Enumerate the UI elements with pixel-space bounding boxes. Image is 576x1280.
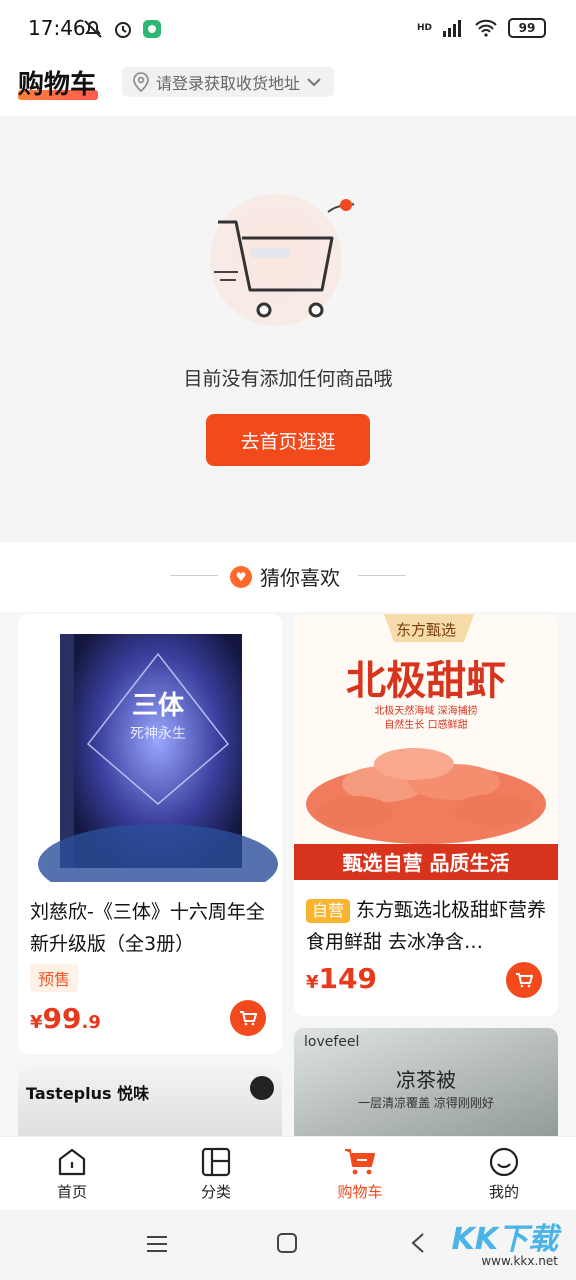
self-operated-badge: 自营 [306, 898, 351, 923]
brand-lovefeel: lovefeel [304, 1034, 360, 1050]
page-title: 购物车 [18, 70, 97, 100]
brand-logo-icon [250, 1076, 274, 1100]
banner-sub2: 自然生长 口感鲜甜 [384, 718, 467, 731]
mute-bell-icon [84, 20, 102, 38]
wifi-icon [475, 19, 497, 37]
price-symbol: ¥ [30, 1012, 43, 1033]
tab-category[interactable]: 分类 [144, 1137, 288, 1211]
price-decimal: .9 [81, 1012, 101, 1033]
chevron-down-icon [307, 78, 321, 87]
recommend-header: ♥ 猜你喜欢 [0, 542, 576, 612]
banner-sub1: 北极天然海域 深海捕捞 [374, 704, 477, 717]
recommend-title: ♥ 猜你喜欢 [230, 562, 340, 591]
page-header: 购物车 请登录获取收货地址 [0, 58, 576, 116]
status-right: HD 99 [417, 18, 546, 38]
category-icon [201, 1147, 231, 1176]
recommend-section: ♥ 猜你喜欢 三体 死神永生 刘慈欣-《三体》十六周年全新升级版（全3册） 预售… [0, 542, 576, 1136]
banner-brand: 东方甄选 [396, 621, 456, 639]
cart-icon [240, 1011, 257, 1026]
product-card-book[interactable]: 三体 死神永生 刘慈欣-《三体》十六周年全新升级版（全3册） 预售 ¥99.9 [18, 614, 282, 1054]
product-price: ¥149 [306, 962, 377, 995]
empty-cart-section: 目前没有添加任何商品哦 去首页逛逛 [0, 116, 576, 542]
book-cover-subtitle: 死神永生 [130, 726, 186, 742]
product-image-book: 三体 死神永生 [18, 614, 282, 882]
address-placeholder: 请登录获取收货地址 [156, 74, 301, 93]
network-type: HD [416, 23, 432, 33]
banner-title: 北极甜虾 [346, 657, 506, 704]
home-icon [58, 1148, 86, 1175]
signal-icon [443, 20, 461, 37]
location-pin-icon [133, 72, 149, 92]
banner-footer: 甄选自营 品质生活 [343, 851, 510, 875]
divider-left [170, 575, 218, 576]
empty-cart-illustration [210, 194, 355, 326]
lovefeel-subtitle: 一层清凉覆盖 凉得刚刚好 [358, 1096, 494, 1110]
product-price: ¥99.9 [30, 1002, 101, 1035]
menu-icon[interactable] [146, 1234, 168, 1254]
brand-tasteplus: Tasteplus 悦味 [26, 1084, 150, 1103]
tab-cart[interactable]: 购物车 [288, 1137, 432, 1211]
go-home-button[interactable]: 去首页逛逛 [206, 414, 370, 466]
product-card-tasteplus[interactable]: Tasteplus 悦味 [18, 1068, 282, 1136]
profile-icon [489, 1147, 519, 1176]
tab-label: 我的 [488, 1182, 519, 1201]
divider-right [358, 575, 406, 576]
price-symbol: ¥ [306, 972, 319, 993]
tab-label: 分类 [200, 1182, 231, 1201]
alarm-icon [115, 22, 131, 38]
status-bar: 17:46 HD 99 [0, 0, 576, 58]
product-image-shrimp: 东方甄选 北极甜虾 北极天然海域 深海捕捞 自然生长 口感鲜甜 甄选自营 品质生… [294, 614, 558, 880]
watermark-main: KK下载 [451, 1222, 559, 1257]
price-integer: 149 [318, 962, 377, 995]
presale-badge: 预售 [30, 964, 79, 992]
cart-icon [516, 973, 533, 988]
watermark: KK下载 www.kkx.net [452, 1214, 559, 1268]
home-square-icon[interactable] [276, 1232, 298, 1254]
add-to-cart-button[interactable] [230, 1000, 266, 1036]
lovefeel-title: 凉茶被 [396, 1068, 456, 1092]
tab-home[interactable]: 首页 [0, 1137, 144, 1211]
back-icon[interactable] [410, 1232, 426, 1254]
add-to-cart-button[interactable] [506, 962, 542, 998]
bottom-tab-bar: 首页 分类 购物车 我的 [0, 1136, 576, 1211]
product-title: 自营 东方甄选北极甜虾营养食用鲜甜 去冰净含… [306, 894, 550, 958]
product-card-shrimp[interactable]: 东方甄选 北极甜虾 北极天然海域 深海捕捞 自然生长 口感鲜甜 甄选自营 品质生… [294, 614, 558, 1016]
product-card-lovefeel[interactable]: lovefeel 凉茶被 一层清凉覆盖 凉得刚刚好 [294, 1028, 558, 1136]
product-title: 刘慈欣-《三体》十六周年全新升级版（全3册） [30, 901, 265, 955]
tab-label: 购物车 [337, 1182, 383, 1201]
app-notification-icon [143, 20, 161, 38]
tab-label: 首页 [56, 1182, 87, 1201]
recommend-title-text: 猜你喜欢 [260, 566, 340, 590]
heart-icon: ♥ [230, 565, 252, 588]
status-icons [82, 18, 162, 40]
empty-cart-message: 目前没有添加任何商品哦 [183, 368, 393, 390]
book-cover-title: 三体 [132, 691, 185, 721]
system-nav-bar: KK下载 www.kkx.net [0, 1210, 576, 1280]
status-time: 17:46 [28, 16, 86, 40]
battery-indicator: 99 [508, 18, 546, 38]
price-integer: 99 [42, 1002, 82, 1035]
address-selector[interactable]: 请登录获取收货地址 [122, 67, 335, 97]
cart-icon [345, 1148, 375, 1174]
tab-profile[interactable]: 我的 [432, 1137, 576, 1211]
